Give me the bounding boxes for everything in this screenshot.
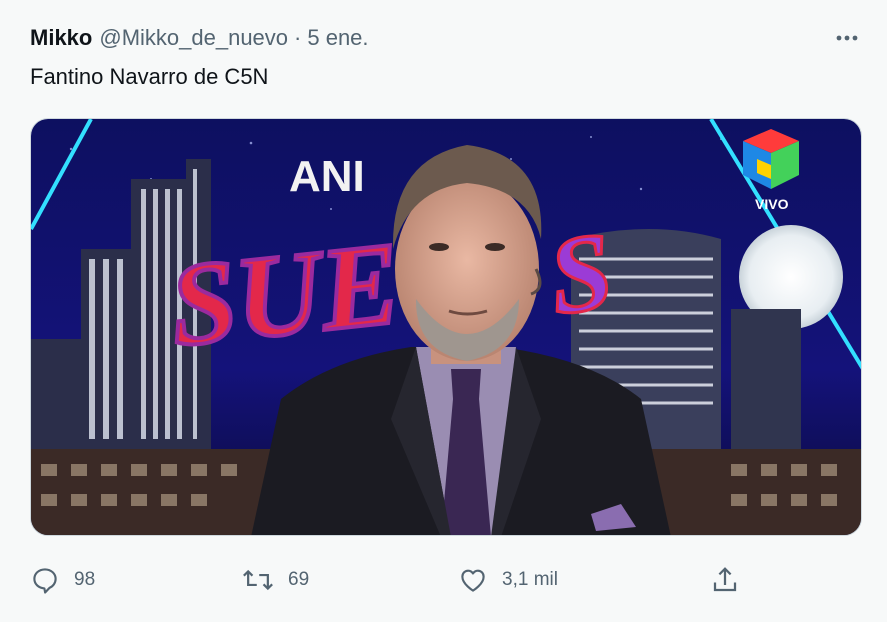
show-logo-neon-text: SUE	[164, 217, 406, 371]
author-handle[interactable]: @Mikko_de_nuevo	[99, 25, 288, 51]
share-icon	[713, 567, 737, 592]
separator-dot: ·	[294, 25, 302, 50]
more-options-button[interactable]	[827, 24, 867, 52]
live-label: VIVO	[755, 196, 789, 212]
tweet-text: Fantino Navarro de C5N	[30, 64, 269, 89]
author-name[interactable]: Mikko	[30, 25, 92, 51]
like-count: 3,1 mil	[502, 569, 558, 590]
tweet-date[interactable]: 5 ene.	[307, 25, 368, 51]
retweet-icon	[243, 569, 273, 591]
reply-icon	[33, 568, 57, 594]
retweet-count: 69	[288, 569, 310, 590]
tweet-media-photo[interactable]: ANI SUE S VIVO	[30, 118, 862, 536]
tweet[interactable]: Mikko @Mikko_de_nuevo · 5 ene. Fantino N…	[0, 0, 887, 622]
reply-button[interactable]: 98	[30, 560, 95, 600]
like-button[interactable]: 3,1 mil	[458, 560, 558, 600]
retweet-button[interactable]: 69	[242, 560, 309, 600]
more-horizontal-icon	[836, 35, 858, 41]
tweet-header: Mikko @Mikko_de_nuevo · 5 ene.	[30, 24, 867, 52]
show-logo-top-text: ANI	[289, 152, 365, 201]
heart-icon	[461, 569, 485, 592]
tv-show-photo: ANI SUE S VIVO	[31, 119, 861, 535]
tweet-actions: 98 69 3,1 mil	[30, 560, 750, 600]
share-button[interactable]	[710, 560, 740, 600]
reply-count: 98	[74, 569, 96, 590]
